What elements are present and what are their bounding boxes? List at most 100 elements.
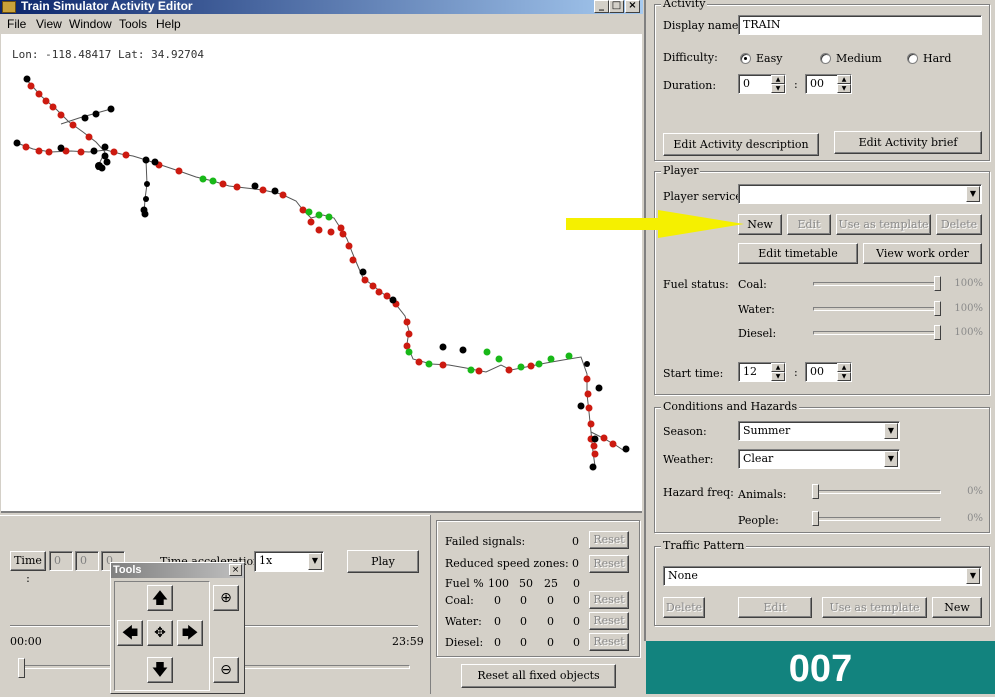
delete-service-button[interactable]: Delete	[936, 214, 982, 235]
maximize-button[interactable]: □	[609, 0, 624, 13]
fuel-header-25: 25	[544, 577, 558, 590]
time-button[interactable]: Time :	[10, 551, 46, 585]
tools-title: Tools	[113, 564, 142, 576]
coal-row-label: Coal:	[445, 594, 474, 607]
difficulty-easy-label[interactable]: Easy	[756, 52, 782, 65]
activity-group-title: Activity	[661, 0, 708, 10]
duration-hours-down-icon[interactable]: ▼	[771, 84, 785, 93]
highlight-arrow-icon	[566, 210, 744, 238]
arrow-right-icon[interactable]: 🡆	[177, 620, 203, 646]
arrow-up-icon[interactable]: 🡅	[147, 585, 173, 611]
fuel-diesel-slider-thumb[interactable]	[934, 325, 941, 340]
view-work-order-button[interactable]: View work order	[863, 243, 982, 264]
tools-title-bar[interactable]: Tools	[111, 563, 244, 578]
menu-tools[interactable]: Tools	[119, 17, 147, 31]
start-hours-up-icon[interactable]: ▲	[771, 363, 785, 372]
time-hours-field[interactable]: 0	[49, 551, 73, 571]
conditions-group-title: Conditions and Hazards	[661, 400, 800, 413]
time-minutes-field[interactable]: 0	[75, 551, 99, 571]
reduced-speed-value: 0	[572, 557, 579, 570]
play-button[interactable]: Play	[347, 550, 419, 573]
difficulty-medium-label[interactable]: Medium	[836, 52, 882, 65]
duration-minutes-down-icon[interactable]: ▼	[837, 84, 851, 93]
fuel-header-50: 50	[519, 577, 533, 590]
duration-hours-up-icon[interactable]: ▲	[771, 75, 785, 84]
fuel-water-track[interactable]	[813, 307, 941, 311]
reset-water-button[interactable]: Reset	[589, 612, 629, 630]
tools-window: Tools × 🡅 🡄 ✥ 🡆 🡇 ⊕ ⊖	[110, 562, 245, 694]
player-service-select[interactable]: ▼	[738, 184, 982, 204]
duration-minutes-up-icon[interactable]: ▲	[837, 75, 851, 84]
reset-reduced-speed-button[interactable]: Reset	[589, 555, 629, 573]
edit-activity-brief-button[interactable]: Edit Activity brief	[834, 131, 982, 154]
fuel-coal-track[interactable]	[813, 282, 941, 286]
chevron-down-icon[interactable]: ▼	[308, 553, 322, 570]
zoom-in-icon[interactable]: ⊕	[213, 585, 239, 611]
menu-file[interactable]: File	[7, 17, 26, 31]
difficulty-hard-label[interactable]: Hard	[923, 52, 951, 65]
new-traffic-button[interactable]: New	[932, 597, 982, 618]
display-name-input[interactable]: TRAIN	[738, 15, 982, 35]
difficulty-hard-radio[interactable]	[907, 53, 918, 64]
animals-slider-thumb[interactable]	[812, 484, 819, 499]
duration-separator: :	[794, 78, 798, 91]
fuel-water-value: 100%	[954, 303, 983, 314]
delete-traffic-button[interactable]: Delete	[663, 597, 705, 618]
edit-timetable-button[interactable]: Edit timetable	[738, 243, 858, 264]
reset-all-fixed-objects-button[interactable]: Reset all fixed objects	[461, 664, 616, 688]
people-slider-thumb[interactable]	[812, 511, 819, 526]
water-cell: 0	[547, 615, 554, 628]
edit-service-button[interactable]: Edit	[787, 214, 831, 235]
chevron-down-icon[interactable]: ▼	[884, 423, 898, 439]
fuel-diesel-label: Diesel:	[738, 327, 777, 340]
acceleration-value: 1x	[259, 554, 273, 567]
edit-traffic-button[interactable]: Edit	[738, 597, 812, 618]
chevron-down-icon[interactable]: ▼	[966, 568, 980, 584]
use-as-template-button[interactable]: Use as template	[836, 214, 931, 235]
minimize-button[interactable]: _	[594, 0, 609, 13]
menu-window[interactable]: Window	[69, 17, 112, 31]
fuel-coal-label: Coal:	[738, 278, 767, 291]
water-cell: 0	[520, 615, 527, 628]
start-hours-down-icon[interactable]: ▼	[771, 372, 785, 381]
traffic-use-as-template-button[interactable]: Use as template	[822, 597, 927, 618]
reset-coal-button[interactable]: Reset	[589, 591, 629, 609]
fuel-water-slider-thumb[interactable]	[934, 301, 941, 316]
traffic-pattern-select[interactable]: None ▼	[663, 566, 982, 586]
animals-track[interactable]	[813, 490, 941, 494]
difficulty-label: Difficulty:	[663, 51, 718, 64]
edit-activity-description-button[interactable]: Edit Activity description	[663, 133, 819, 156]
zoom-out-icon[interactable]: ⊖	[213, 657, 239, 683]
close-button[interactable]: ×	[625, 0, 640, 13]
failed-signals-value: 0	[572, 535, 579, 548]
arrow-down-icon[interactable]: 🡇	[147, 657, 173, 683]
timeline-thumb[interactable]	[18, 658, 25, 678]
acceleration-select[interactable]: 1x ▼	[254, 551, 324, 572]
weather-select[interactable]: Clear ▼	[738, 449, 900, 469]
center-move-icon[interactable]: ✥	[147, 620, 173, 646]
season-label: Season:	[663, 425, 707, 438]
reset-diesel-button[interactable]: Reset	[589, 633, 629, 651]
start-minutes-up-icon[interactable]: ▲	[837, 363, 851, 372]
fuel-diesel-track[interactable]	[813, 331, 941, 335]
menu-view[interactable]: View	[36, 17, 62, 31]
menu-help[interactable]: Help	[156, 17, 181, 31]
chevron-down-icon[interactable]: ▼	[884, 451, 898, 467]
arrow-left-icon[interactable]: 🡄	[117, 620, 143, 646]
route-map[interactable]: Lon: -118.48417 Lat: 34.92704	[1, 34, 642, 513]
reset-failed-signals-button[interactable]: Reset	[589, 531, 629, 549]
difficulty-easy-radio[interactable]	[740, 53, 751, 64]
season-select[interactable]: Summer ▼	[738, 421, 900, 441]
coal-cell: 0	[520, 594, 527, 607]
start-time-label: Start time:	[663, 367, 724, 380]
fuel-status-label: Fuel status:	[663, 278, 729, 291]
window-title: Train Simulator Activity Editor	[21, 0, 193, 13]
fuel-coal-slider-thumb[interactable]	[934, 276, 941, 291]
tools-close-button[interactable]: ×	[229, 564, 242, 576]
track-green-markers	[199, 175, 573, 374]
track-network[interactable]	[1, 34, 642, 513]
difficulty-medium-radio[interactable]	[820, 53, 831, 64]
people-track[interactable]	[813, 517, 941, 521]
start-minutes-down-icon[interactable]: ▼	[837, 372, 851, 381]
chevron-down-icon[interactable]: ▼	[966, 186, 980, 202]
